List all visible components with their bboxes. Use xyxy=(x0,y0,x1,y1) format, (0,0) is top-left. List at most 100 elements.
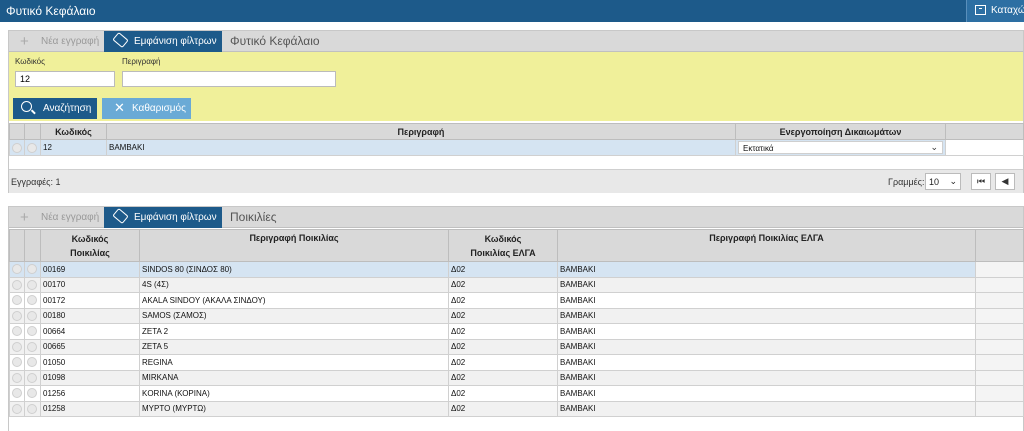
elga-code-column-header[interactable]: Κωδικός Ποικιλίας ΕΛΓΑ xyxy=(448,229,558,262)
variety-code-header-line2: Ποικιλίας xyxy=(70,247,110,258)
variety-code-cell: 00180 xyxy=(40,307,140,324)
elga-code-cell: Δ02 xyxy=(448,354,558,371)
rows-per-page-select[interactable]: 10 ⌄ xyxy=(925,173,961,190)
variety-description-cell: KORINA (ΚΟΡΙΝΑ) xyxy=(139,385,449,402)
table-row[interactable]: 01050 REGINA Δ02 ΒΑΜΒΑΚΙ xyxy=(9,354,1024,371)
previous-page-button[interactable]: ◀ xyxy=(995,173,1015,190)
variety-panel-caption: Ποικιλίες xyxy=(230,210,277,224)
radio-icon xyxy=(27,326,37,337)
row-select[interactable] xyxy=(9,292,25,309)
row-select[interactable] xyxy=(9,385,25,402)
radio-icon xyxy=(12,279,22,290)
variety-table: Κωδικός Ποικιλίας Περιγραφή Ποικιλίας Κω… xyxy=(9,229,1024,417)
filler-cell xyxy=(975,276,1024,293)
new-variety-button[interactable]: + Νέα εγγραφή xyxy=(9,207,103,228)
row-select[interactable] xyxy=(24,400,41,417)
rights-select-value: Εκτατικά xyxy=(743,144,774,153)
table-row[interactable]: 00169 SINDOS 80 (ΣΙΝΔΟΣ 80) Δ02 ΒΑΜΒΑΚΙ xyxy=(9,261,1024,278)
table-row[interactable]: 12 ΒΑΜΒΑΚΙ Εκτατικά ⌄ xyxy=(9,139,1024,156)
row-select[interactable] xyxy=(9,323,25,340)
archive-icon xyxy=(975,5,986,15)
table-row[interactable]: 00170 4S (4Σ) Δ02 ΒΑΜΒΑΚΙ xyxy=(9,276,1024,293)
elga-description-column-header[interactable]: Περιγραφή Ποικιλίας ΕΛΓΑ xyxy=(557,229,976,262)
code-column-header[interactable]: Κωδικός xyxy=(40,123,107,140)
filler-cell xyxy=(975,307,1024,324)
elga-description-cell: ΒΑΜΒΑΚΙ xyxy=(557,323,976,340)
radio-icon xyxy=(27,264,37,275)
save-button[interactable]: Καταχώρηση xyxy=(966,0,1024,22)
search-button[interactable]: Αναζήτηση xyxy=(13,98,97,119)
row-select[interactable] xyxy=(24,338,41,355)
tag-icon xyxy=(112,31,129,49)
elga-code-cell: Δ02 xyxy=(448,323,558,340)
variety-code-column-header[interactable]: Κωδικός Ποικιλίας xyxy=(40,229,140,262)
radio-icon xyxy=(12,388,22,399)
description-filter-input[interactable] xyxy=(122,71,336,87)
table-row[interactable]: 00180 SAMOS (ΣΑΜΟΣ) Δ02 ΒΑΜΒΑΚΙ xyxy=(9,307,1024,324)
radio-icon xyxy=(27,142,37,153)
chevron-down-icon: ⌄ xyxy=(930,142,938,152)
row-select[interactable] xyxy=(9,400,25,417)
variety-code-cell: 01258 xyxy=(40,400,140,417)
plus-icon: + xyxy=(20,33,29,50)
table-row[interactable]: 01256 KORINA (ΚΟΡΙΝΑ) Δ02 ΒΑΜΒΑΚΙ xyxy=(9,385,1024,402)
row-select[interactable] xyxy=(9,354,25,371)
rights-column-header[interactable]: Ενεργοποίηση Δικαιωμάτων xyxy=(735,123,946,140)
row-select[interactable] xyxy=(24,307,41,324)
select-column-header xyxy=(9,123,25,140)
filler-cell xyxy=(975,261,1024,278)
description-column-header[interactable]: Περιγραφή xyxy=(106,123,736,140)
row-select[interactable] xyxy=(24,354,41,371)
radio-icon xyxy=(27,388,37,399)
variety-description-cell: ZETA 2 xyxy=(139,323,449,340)
magnifier-icon xyxy=(21,101,32,112)
variety-panel: + Νέα εγγραφή Εμφάνιση φίλτρων Ποικιλίες… xyxy=(8,206,1024,431)
row-select[interactable] xyxy=(24,323,41,340)
save-button-label: Καταχώρηση xyxy=(991,5,1024,16)
show-filters-button[interactable]: Εμφάνιση φίλτρων xyxy=(104,31,222,52)
radio-icon xyxy=(27,341,37,352)
header-pager: Εγγραφές: 1 Γραμμές: 10 ⌄ ⏮ ◀ xyxy=(9,169,1023,193)
plus-icon: + xyxy=(20,209,29,226)
radio-icon xyxy=(12,357,22,368)
table-row[interactable]: 00664 ZETA 2 Δ02 ΒΑΜΒΑΚΙ xyxy=(9,323,1024,340)
row-select[interactable] xyxy=(24,292,41,309)
variety-description-column-header[interactable]: Περιγραφή Ποικιλίας xyxy=(139,229,449,262)
rights-select[interactable]: Εκτατικά ⌄ xyxy=(738,141,943,154)
table-row[interactable]: 00665 ZETA 5 Δ02 ΒΑΜΒΑΚΙ xyxy=(9,338,1024,355)
row-select[interactable] xyxy=(9,261,25,278)
elga-description-cell: ΒΑΜΒΑΚΙ xyxy=(557,385,976,402)
show-filters-label: Εμφάνιση φίλτρων xyxy=(134,36,217,47)
row-select[interactable] xyxy=(9,307,25,324)
row-select[interactable] xyxy=(9,139,25,156)
table-row[interactable]: 00172 AKALA SINDOY (ΑΚΑΛΑ ΣΙΝΔΟΥ) Δ02 ΒΑΜΒΑ… xyxy=(9,292,1024,309)
row-select[interactable] xyxy=(24,369,41,386)
row-select[interactable] xyxy=(24,276,41,293)
variety-description-cell: ΜΥΡΤΟ (ΜΥΡΤΩ) xyxy=(139,400,449,417)
table-row[interactable]: 01098 MIRKANA Δ02 ΒΑΜΒΑΚΙ xyxy=(9,369,1024,386)
elga-description-cell: ΒΑΜΒΑΚΙ xyxy=(557,261,976,278)
code-cell: 12 xyxy=(40,139,107,156)
show-variety-filters-button[interactable]: Εμφάνιση φίλτρων xyxy=(104,207,222,228)
row-select[interactable] xyxy=(24,261,41,278)
table-row[interactable]: 01258 ΜΥΡΤΟ (ΜΥΡΤΩ) Δ02 ΒΑΜΒΑΚΙ xyxy=(9,400,1024,417)
row-select[interactable] xyxy=(24,139,41,156)
first-page-button[interactable]: ⏮ xyxy=(971,173,991,190)
row-select[interactable] xyxy=(9,276,25,293)
new-record-button[interactable]: + Νέα εγγραφή xyxy=(9,31,103,52)
radio-icon xyxy=(12,326,22,337)
code-filter-input[interactable] xyxy=(15,71,115,87)
row-select[interactable] xyxy=(24,385,41,402)
clear-button[interactable]: ✕ Καθαρισμός xyxy=(102,98,191,119)
radio-icon xyxy=(12,310,22,321)
chevron-down-icon: ⌄ xyxy=(949,176,957,186)
variety-description-cell: 4S (4Σ) xyxy=(139,276,449,293)
elga-code-cell: Δ02 xyxy=(448,369,558,386)
variety-code-cell: 01050 xyxy=(40,354,140,371)
header-table: Κωδικός Περιγραφή Ενεργοποίηση Δικαιωμάτ… xyxy=(9,123,1024,156)
radio-icon xyxy=(27,403,37,414)
row-select[interactable] xyxy=(9,369,25,386)
row-select[interactable] xyxy=(9,338,25,355)
radio-icon xyxy=(12,142,22,153)
radio-icon xyxy=(12,295,22,306)
